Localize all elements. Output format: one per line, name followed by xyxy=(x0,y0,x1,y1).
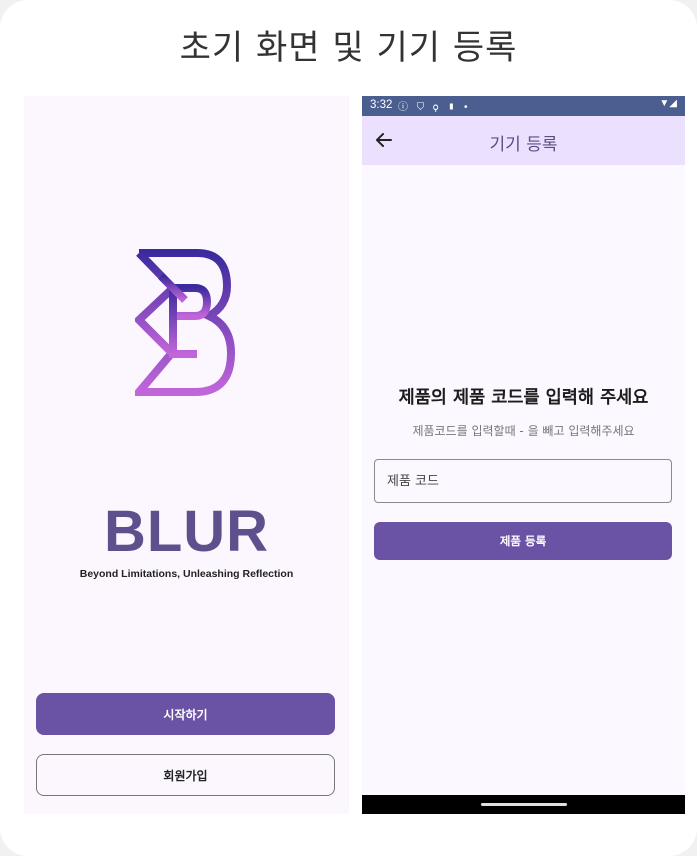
brand-name: BLUR xyxy=(103,499,270,564)
showcase-card: 초기 화면 및 기기 등록 BLUR Beyond Limitations, U… xyxy=(0,0,697,856)
blur-logo-icon xyxy=(135,249,235,396)
device-register-screen: 3:32 ⓘ ⛉ ⚲ ▮ • ▼◢ 기기 등록 제품의 제품 코드를 입력해 주… xyxy=(362,96,685,814)
product-code-input[interactable] xyxy=(374,459,672,503)
status-bar: 3:32 ⓘ ⛉ ⚲ ▮ • ▼◢ xyxy=(362,96,685,116)
splash-screen: BLUR Beyond Limitations, Unleashing Refl… xyxy=(24,96,349,814)
home-indicator[interactable] xyxy=(481,803,567,806)
wifi-signal-icon: ▼◢ xyxy=(659,98,677,109)
start-button[interactable]: 시작하기 xyxy=(36,693,335,735)
status-time: 3:32 xyxy=(370,99,393,111)
register-product-button[interactable]: 제품 등록 xyxy=(374,522,672,560)
signup-button[interactable]: 회원가입 xyxy=(36,754,335,796)
status-notification-icons: ⓘ ⛉ ⚲ ▮ • xyxy=(398,102,471,113)
register-hint: 제품코드를 입력할때 - 을 빼고 입력해주세요 xyxy=(412,424,635,438)
register-heading: 제품의 제품 코드를 입력해 주세요 xyxy=(398,388,649,408)
page-title: 초기 화면 및 기기 등록 xyxy=(179,28,518,68)
navigation-bar xyxy=(362,795,685,814)
brand-tagline: Beyond Limitations, Unleashing Reflectio… xyxy=(79,568,294,580)
app-bar: 기기 등록 xyxy=(362,116,685,165)
app-bar-title: 기기 등록 xyxy=(489,135,558,155)
